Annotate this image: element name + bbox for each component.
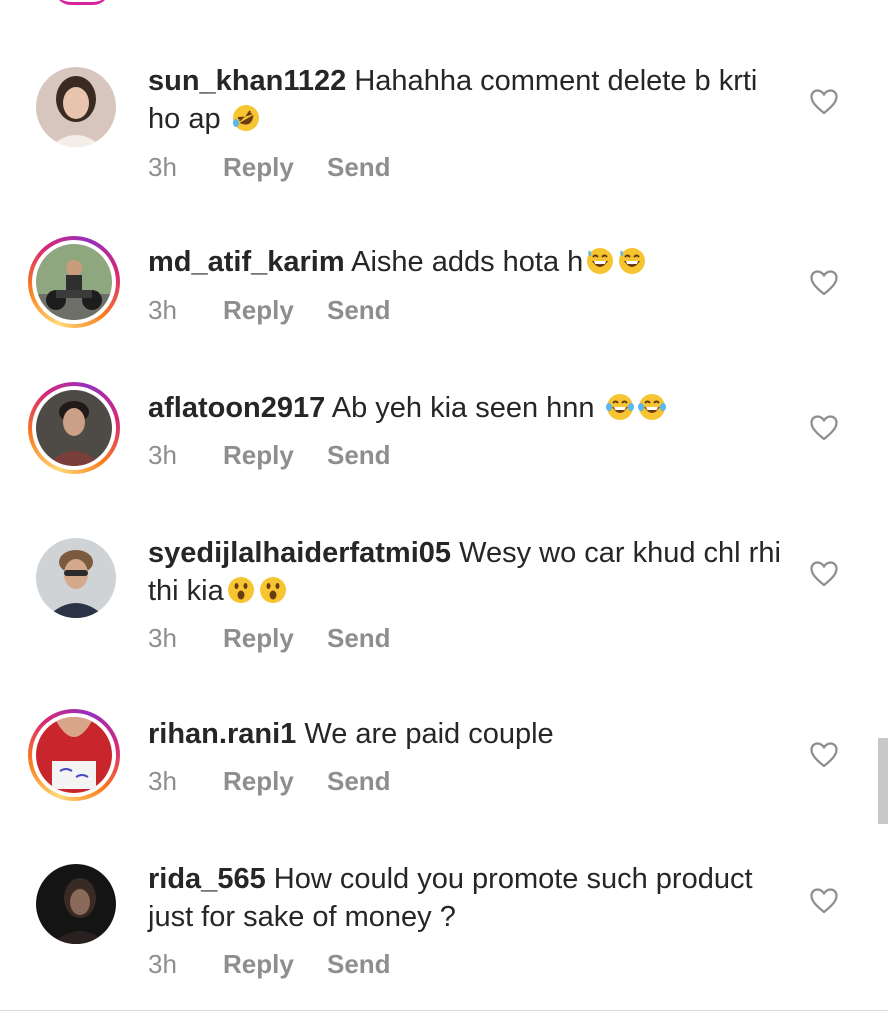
avatar-with-story-ring[interactable]	[28, 709, 120, 801]
avatar[interactable]	[28, 530, 120, 622]
comment-text: We are paid couple	[304, 718, 554, 750]
comment-meta: 3h Reply Send	[148, 949, 391, 980]
comment-timestamp: 3h	[148, 152, 177, 182]
comment-meta: 3h Reply Send	[148, 152, 391, 183]
comment-body: md_atif_karim Aishe adds hota h	[148, 243, 788, 281]
send-button[interactable]: Send	[327, 949, 391, 980]
comment-body: syedijlalhaiderfatmi05 Wesy wo car khud …	[148, 534, 788, 610]
send-button[interactable]: Send	[327, 152, 391, 183]
comment-timestamp: 3h	[148, 440, 177, 470]
send-button[interactable]: Send	[327, 295, 391, 326]
reply-button[interactable]: Reply	[223, 949, 327, 980]
heart-outline-icon[interactable]	[810, 888, 838, 914]
comment-username[interactable]: syedijlalhaiderfatmi05	[148, 537, 451, 569]
divider	[0, 1010, 888, 1011]
comment-username[interactable]: rida_565	[148, 863, 266, 895]
send-button[interactable]: Send	[327, 440, 391, 471]
comment-meta: 3h Reply Send	[148, 440, 391, 471]
avatar[interactable]	[28, 59, 120, 151]
astonished-emoji-icon	[259, 577, 286, 603]
comment-username[interactable]: md_atif_karim	[148, 246, 345, 278]
comment-body: sun_khan1122 Hahahha comment delete b kr…	[148, 62, 788, 138]
send-button[interactable]: Send	[327, 766, 391, 797]
avatar-with-story-ring[interactable]	[28, 236, 120, 328]
comment-text: Aishe adds hota h	[351, 246, 584, 278]
heart-outline-icon[interactable]	[810, 415, 838, 441]
heart-outline-icon[interactable]	[810, 561, 838, 587]
comment-meta: 3h Reply Send	[148, 295, 391, 326]
comment-timestamp: 3h	[148, 766, 177, 796]
grinning-sweat-emoji-icon	[587, 248, 614, 274]
avatar[interactable]	[28, 856, 120, 948]
heart-outline-icon[interactable]	[810, 270, 838, 296]
heart-outline-icon[interactable]	[810, 89, 838, 115]
rolling-on-floor-laughing-emoji-icon	[232, 105, 259, 131]
story-ring-fragment	[54, 0, 110, 5]
reply-button[interactable]: Reply	[223, 295, 327, 326]
heart-outline-icon[interactable]	[810, 742, 838, 768]
send-button[interactable]: Send	[327, 623, 391, 654]
comment-body: rida_565 How could you promote such prod…	[148, 860, 788, 936]
comment-meta: 3h Reply Send	[148, 766, 391, 797]
scrollbar-thumb[interactable]	[878, 738, 888, 824]
comment-body: aflatoon2917 Ab yeh kia seen hnn	[148, 389, 788, 427]
astonished-emoji-icon	[227, 577, 254, 603]
tears-of-joy-emoji-icon	[605, 394, 634, 420]
reply-button[interactable]: Reply	[223, 623, 327, 654]
comment-timestamp: 3h	[148, 623, 177, 653]
reply-button[interactable]: Reply	[223, 766, 327, 797]
comment-timestamp: 3h	[148, 295, 177, 325]
reply-button[interactable]: Reply	[223, 152, 327, 183]
comment-text: Ab yeh kia seen hnn	[331, 392, 595, 424]
grinning-sweat-emoji-icon	[619, 248, 646, 274]
avatar-with-story-ring[interactable]	[28, 382, 120, 474]
tears-of-joy-emoji-icon	[637, 394, 666, 420]
comment-username[interactable]: aflatoon2917	[148, 392, 325, 424]
comment-timestamp: 3h	[148, 949, 177, 979]
reply-button[interactable]: Reply	[223, 440, 327, 471]
comment-meta: 3h Reply Send	[148, 623, 391, 654]
comment-username[interactable]: rihan.rani1	[148, 718, 296, 750]
comment-body: rihan.rani1 We are paid couple	[148, 715, 788, 753]
comment-username[interactable]: sun_khan1122	[148, 65, 346, 97]
